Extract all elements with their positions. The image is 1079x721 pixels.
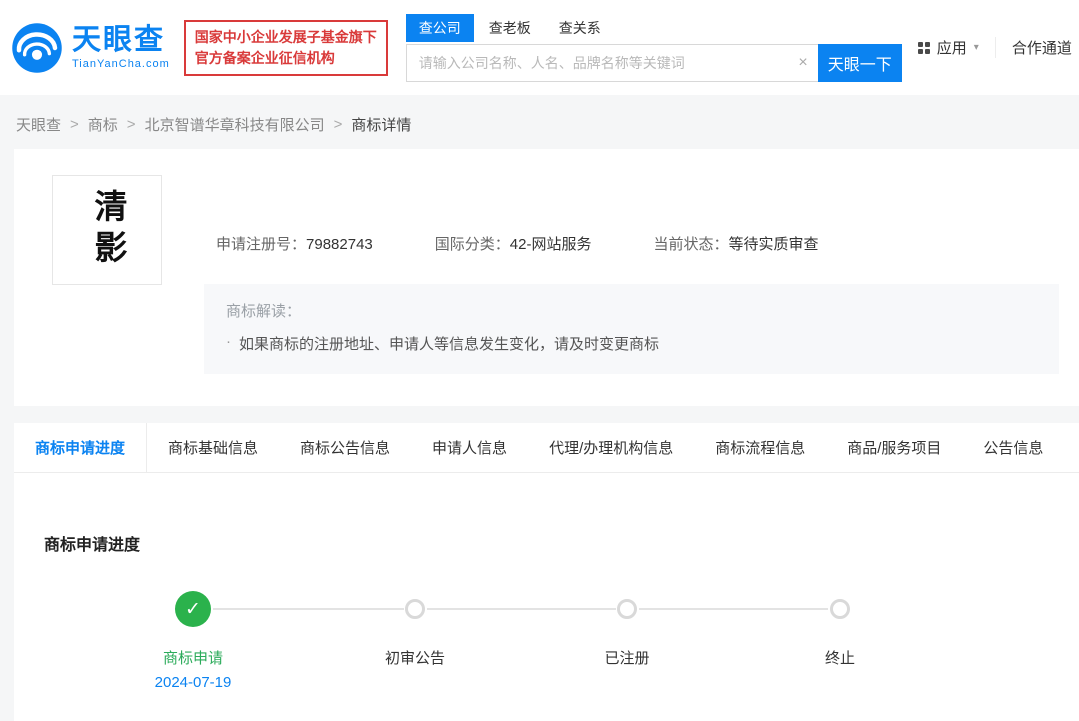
nav-item-apps[interactable]: 应用 ▾ — [902, 37, 995, 58]
interpretation-note: · 如果商标的注册地址、申请人等信息发生变化，请及时变更商标 — [226, 333, 1037, 354]
interpretation-text: 如果商标的注册地址、申请人等信息发生变化，请及时变更商标 — [239, 333, 659, 354]
bullet-icon: · — [226, 333, 231, 354]
top-header: 天眼查 TianYanCha.com 国家中小企业发展子基金旗下 官方备案企业征… — [0, 0, 1079, 95]
tab-goods-services[interactable]: 商品/服务项目 — [826, 423, 962, 472]
brand-domain: TianYanCha.com — [72, 59, 170, 70]
field-value: 等待实质审查 — [728, 236, 818, 253]
tab-application-progress[interactable]: 商标申请进度 — [14, 423, 147, 472]
nav-partner-label: 合作通道 — [1012, 37, 1072, 58]
tab-agency-info[interactable]: 代理/办理机构信息 — [528, 423, 694, 472]
search-button[interactable]: 天眼一下 — [818, 44, 902, 82]
progress-timeline: ✓ 商标申请 2024-07-19 初审公告 已注册 终止 — [14, 571, 1079, 721]
tab-basic-info[interactable]: 商标基础信息 — [147, 423, 279, 472]
apps-grid-icon — [918, 42, 930, 54]
step-label-application: 商标申请 — [163, 647, 223, 668]
tab-applicant-info[interactable]: 申请人信息 — [411, 423, 528, 472]
breadcrumb-trademark[interactable]: 商标 — [88, 114, 118, 135]
brand-name: 天眼查 — [72, 26, 170, 55]
breadcrumb-current: 商标详情 — [351, 114, 411, 135]
header-nav: 应用 ▾ 合作通道 ▾ — [902, 37, 1079, 58]
interpretation-title: 商标解读： — [226, 300, 1037, 321]
nav-apps-label: 应用 — [937, 37, 967, 58]
detail-tabbar: 商标申请进度 商标基础信息 商标公告信息 申请人信息 代理/办理机构信息 商标流… — [14, 423, 1079, 473]
step-label-terminated: 终止 — [825, 647, 855, 668]
field-value: 42-网站服务 — [510, 236, 592, 253]
search-area: 查公司 查老板 查关系 × 天眼一下 — [406, 14, 902, 82]
search-input-box: × — [406, 44, 818, 82]
field-intl-class: 国际分类：42-网站服务 — [435, 233, 592, 254]
field-label: 当前状态： — [653, 236, 728, 253]
badge-line2: 官方备案企业征信机构 — [195, 48, 377, 69]
step-pending-icon — [617, 599, 637, 619]
trademark-fields: 申请注册号：79882743 国际分类：42-网站服务 当前状态：等待实质审查 — [204, 233, 1059, 254]
chevron-down-icon: ▾ — [974, 42, 979, 53]
clear-icon[interactable]: × — [798, 53, 807, 73]
breadcrumb-separator: > — [127, 116, 136, 133]
step-pending-icon — [830, 599, 850, 619]
progress-section-title: 商标申请进度 — [44, 531, 1079, 555]
tianyancha-logo[interactable]: 天眼查 TianYanCha.com — [10, 21, 170, 75]
search-tabs: 查公司 查老板 查关系 — [406, 14, 902, 42]
field-registration-number: 申请注册号：79882743 — [216, 233, 373, 254]
breadcrumb-company[interactable]: 北京智谱华章科技有限公司 — [145, 114, 325, 135]
tab-process-info[interactable]: 商标流程信息 — [694, 423, 826, 472]
trademark-name: 清影 — [83, 189, 131, 271]
search-tab-company[interactable]: 查公司 — [406, 14, 474, 42]
tianyancha-logo-icon — [10, 21, 64, 75]
breadcrumb-separator: > — [334, 116, 343, 133]
check-icon: ✓ — [185, 598, 201, 621]
search-tab-boss[interactable]: 查老板 — [476, 14, 544, 42]
tab-gazette-info[interactable]: 公告信息 — [962, 423, 1064, 472]
breadcrumb-home[interactable]: 天眼查 — [16, 114, 61, 135]
breadcrumb-separator: > — [70, 116, 79, 133]
step-done-icon: ✓ — [175, 591, 211, 627]
trademark-info: 申请注册号：79882743 国际分类：42-网站服务 当前状态：等待实质审查 … — [204, 175, 1059, 374]
field-current-status: 当前状态：等待实质审查 — [653, 233, 818, 254]
timeline-connector — [639, 608, 828, 610]
trademark-interpretation-box: 商标解读： · 如果商标的注册地址、申请人等信息发生变化，请及时变更商标 — [204, 284, 1059, 374]
trademark-detail-card: 商标申请进度 商标基础信息 商标公告信息 申请人信息 代理/办理机构信息 商标流… — [14, 423, 1079, 721]
nav-item-partner[interactable]: 合作通道 ▾ — [995, 37, 1079, 58]
search-input[interactable] — [406, 44, 818, 82]
field-label: 申请注册号： — [216, 236, 306, 253]
step-date-application: 2024-07-19 — [155, 674, 232, 691]
trademark-summary-card: 清影 申请注册号：79882743 国际分类：42-网站服务 当前状态：等待实质… — [14, 149, 1079, 406]
search-tab-relation[interactable]: 查关系 — [546, 14, 614, 42]
timeline-connector — [213, 608, 404, 610]
step-pending-icon — [405, 599, 425, 619]
field-value: 79882743 — [306, 236, 373, 253]
logo-text: 天眼查 TianYanCha.com — [72, 26, 170, 70]
tab-announcement-info[interactable]: 商标公告信息 — [279, 423, 411, 472]
search-row: × 天眼一下 — [406, 44, 902, 82]
trademark-image-box: 清影 — [52, 175, 162, 285]
field-label: 国际分类： — [435, 236, 510, 253]
badge-line1: 国家中小企业发展子基金旗下 — [195, 27, 377, 48]
official-badge: 国家中小企业发展子基金旗下 官方备案企业征信机构 — [184, 20, 388, 76]
step-label-preliminary: 初审公告 — [385, 647, 445, 668]
breadcrumb: 天眼查 > 商标 > 北京智谱华章科技有限公司 > 商标详情 — [0, 95, 1079, 149]
step-label-registered: 已注册 — [604, 647, 649, 668]
timeline-connector — [427, 608, 616, 610]
